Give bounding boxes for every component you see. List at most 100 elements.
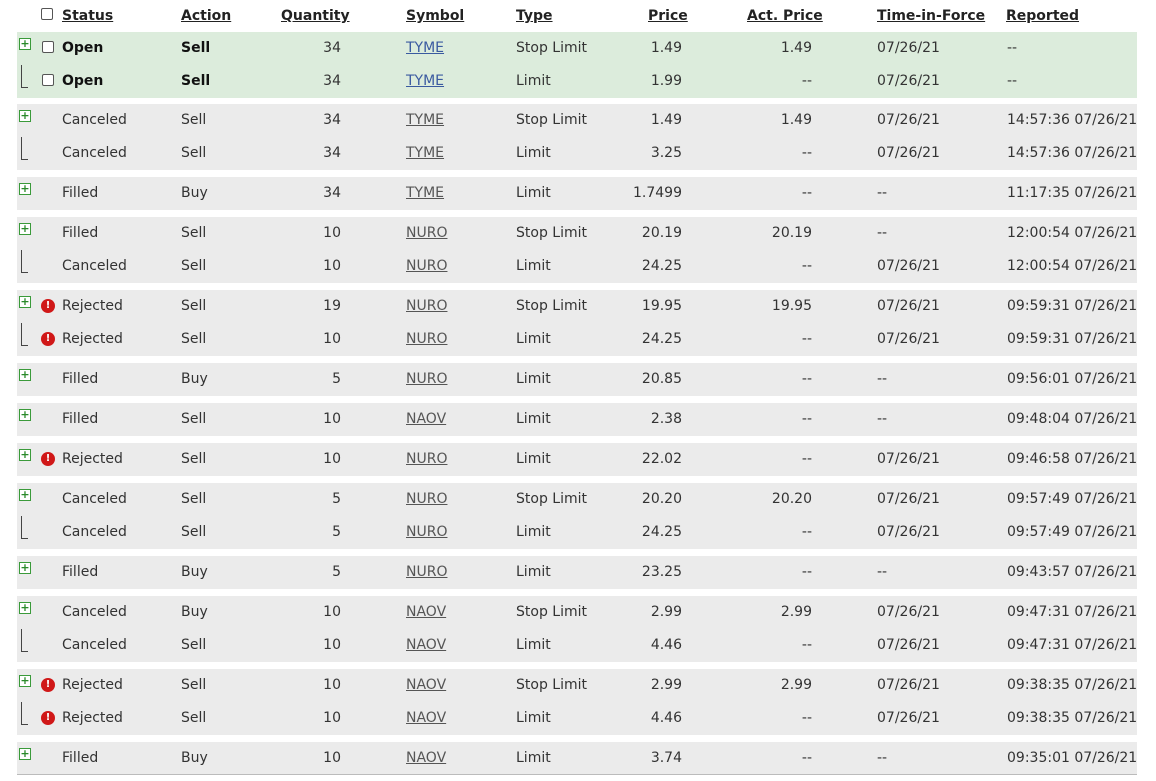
table-row[interactable]: Canceled Sell 10 NAOV Limit 4.46 -- 07/26/21 09:… (17, 629, 1137, 662)
cell-rep: 09:48:04 07/26/21 (1007, 411, 1138, 427)
table-row[interactable]: Open Sell 34 TYME Limit 1.99 -- 07/26/21 -- (17, 65, 1137, 98)
cell-tif: -- (877, 371, 888, 387)
cell-qty: 10 (323, 331, 341, 347)
cell-tif: -- (877, 564, 888, 580)
expand-plus-icon[interactable]: + (19, 183, 31, 195)
cell-status: Canceled (62, 491, 127, 507)
cell-sym[interactable]: NAOV (406, 637, 446, 653)
cell-sym[interactable]: NURO (406, 491, 447, 507)
cell-price: 1.49 (650, 40, 682, 56)
cell-sym[interactable]: NAOV (406, 750, 446, 766)
type-column-header[interactable]: Type (516, 8, 553, 24)
reported-column-header[interactable]: Reported (1006, 8, 1079, 24)
expand-plus-icon[interactable]: + (19, 369, 31, 381)
cell-type: Limit (516, 710, 551, 726)
table-row[interactable]: +! Rejected Sell 19 NURO Stop Limit 19.95 19.95… (17, 290, 1137, 323)
table-row[interactable]: +! Rejected Sell 10 NURO Limit 22.02 -- 07/26/21… (17, 443, 1137, 476)
cell-sym[interactable]: NURO (406, 258, 447, 274)
cell-sym[interactable]: NAOV (406, 604, 446, 620)
table-row[interactable]: ! Rejected Sell 10 NAOV Limit 4.46 -- 07/26/21 09… (17, 702, 1137, 735)
table-row[interactable]: + Open Sell 34 TYME Stop Limit 1.49 1.49 07/26/2… (17, 32, 1137, 65)
order-group: +! Rejected Sell 19 NURO Stop Limit 19.95 19.95… (17, 290, 1137, 356)
expand-plus-icon[interactable]: + (19, 562, 31, 574)
cell-sym[interactable]: TYME (406, 185, 444, 201)
cell-sym[interactable]: NAOV (406, 677, 446, 693)
expand-plus-icon[interactable]: + (19, 449, 31, 461)
quantity-column-header[interactable]: Quantity (281, 8, 350, 24)
cell-type: Limit (516, 411, 551, 427)
expand-plus-icon[interactable]: + (19, 296, 31, 308)
cell-sym[interactable]: NAOV (406, 710, 446, 726)
cell-price: 2.38 (650, 411, 682, 427)
table-row[interactable]: + Canceled Sell 5 NURO Stop Limit 20.20 20.20 07… (17, 483, 1137, 516)
cell-type: Stop Limit (516, 225, 587, 241)
table-row[interactable]: Canceled Sell 10 NURO Limit 24.25 -- 07/26/21 12… (17, 250, 1137, 283)
cell-act: -- (801, 371, 812, 387)
cell-status: Canceled (62, 145, 127, 161)
expand-plus-icon[interactable]: + (19, 489, 31, 501)
table-row[interactable]: +! Rejected Sell 10 NAOV Stop Limit 2.99 2.99 07… (17, 669, 1137, 702)
expand-plus-icon[interactable]: + (19, 38, 31, 50)
select-all-checkbox[interactable] (41, 8, 53, 20)
cell-rep: 09:57:49 07/26/21 (1007, 491, 1138, 507)
table-row[interactable]: + Filled Sell 10 NAOV Limit 2.38 -- -- 09:48:04 0… (17, 403, 1137, 436)
cell-price: 20.85 (641, 371, 682, 387)
cell-rep: 14:57:36 07/26/21 (1007, 145, 1138, 161)
table-row[interactable]: + Filled Buy 10 NAOV Limit 3.74 -- -- 09:35:01 07… (17, 742, 1137, 775)
table-row[interactable]: + Canceled Buy 10 NAOV Stop Limit 2.99 2.99 07/2… (17, 596, 1137, 629)
cell-action: Sell (181, 637, 207, 653)
cell-status: Rejected (62, 331, 123, 347)
cell-status: Filled (62, 750, 99, 766)
cell-price: 24.25 (641, 258, 682, 274)
cell-sym[interactable]: NURO (406, 225, 447, 241)
cell-sym[interactable]: NURO (406, 298, 447, 314)
cell-type: Stop Limit (516, 298, 587, 314)
cell-action: Sell (181, 225, 207, 241)
cell-qty: 5 (332, 564, 341, 580)
row-checkbox[interactable] (42, 41, 54, 53)
cell-sym[interactable]: TYME (406, 73, 444, 89)
expand-plus-icon[interactable]: + (19, 602, 31, 614)
expand-plus-icon[interactable]: + (19, 110, 31, 122)
table-row[interactable]: Canceled Sell 5 NURO Limit 24.25 -- 07/26/21 09:… (17, 516, 1137, 549)
cell-sym[interactable]: NURO (406, 451, 447, 467)
symbol-column-header[interactable]: Symbol (406, 8, 464, 24)
cell-sym[interactable]: TYME (406, 40, 444, 56)
row-checkbox[interactable] (42, 74, 54, 86)
cell-price: 20.19 (641, 225, 682, 241)
expand-plus-icon[interactable]: + (19, 223, 31, 235)
table-row[interactable]: + Filled Sell 10 NURO Stop Limit 20.19 20.19 -- 1… (17, 217, 1137, 250)
cell-rep: -- (1007, 40, 1018, 56)
time-in-force-column-header[interactable]: Time-in-Force (877, 8, 985, 24)
cell-sym[interactable]: TYME (406, 112, 444, 128)
cell-status: Canceled (62, 637, 127, 653)
cell-action: Buy (181, 564, 208, 580)
cell-rep: 09:35:01 07/26/21 (1007, 750, 1138, 766)
cell-sym[interactable]: TYME (406, 145, 444, 161)
cell-tif: 07/26/21 (877, 451, 940, 467)
cell-tif: 07/26/21 (877, 637, 940, 653)
table-row[interactable]: ! Rejected Sell 10 NURO Limit 24.25 -- 07/26/21 0… (17, 323, 1137, 356)
cell-tif: 07/26/21 (877, 112, 940, 128)
table-row[interactable]: Canceled Sell 34 TYME Limit 3.25 -- 07/26/21 14:… (17, 137, 1137, 170)
cell-sym[interactable]: NURO (406, 331, 447, 347)
expand-plus-icon[interactable]: + (19, 675, 31, 687)
cell-sym[interactable]: NAOV (406, 411, 446, 427)
price-column-header[interactable]: Price (648, 8, 688, 24)
cell-sym[interactable]: NURO (406, 371, 447, 387)
table-row[interactable]: + Filled Buy 34 TYME Limit 1.7499 -- -- 11:17:35 … (17, 177, 1137, 210)
linked-order-connector-icon (21, 137, 28, 160)
cell-rep: 09:38:35 07/26/21 (1007, 710, 1138, 726)
action-column-header[interactable]: Action (181, 8, 231, 24)
order-group: + Canceled Buy 10 NAOV Stop Limit 2.99 2.99 07/2… (17, 596, 1137, 662)
cell-act: -- (801, 451, 812, 467)
cell-sym[interactable]: NURO (406, 564, 447, 580)
expand-plus-icon[interactable]: + (19, 409, 31, 421)
table-row[interactable]: + Canceled Sell 34 TYME Stop Limit 1.49 1.49 07/… (17, 104, 1137, 137)
table-row[interactable]: + Filled Buy 5 NURO Limit 20.85 -- -- 09:56:01 07… (17, 363, 1137, 396)
status-column-header[interactable]: Status (62, 8, 113, 24)
cell-sym[interactable]: NURO (406, 524, 447, 540)
act-price-column-header[interactable]: Act. Price (747, 8, 823, 24)
table-row[interactable]: + Filled Buy 5 NURO Limit 23.25 -- -- 09:43:57 07… (17, 556, 1137, 589)
expand-plus-icon[interactable]: + (19, 748, 31, 760)
